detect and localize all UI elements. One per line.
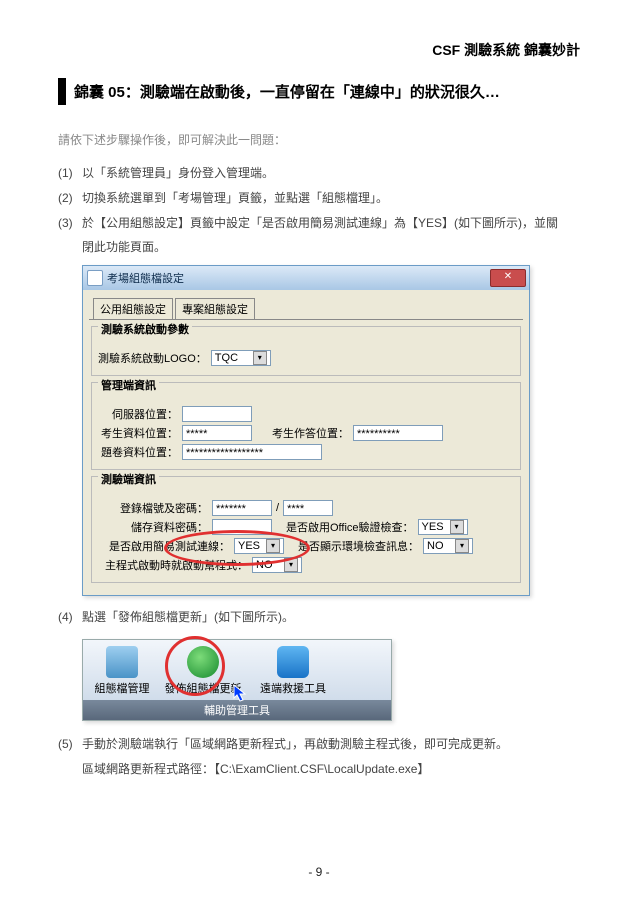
reg-input-1[interactable]: ******* [212, 500, 272, 516]
chevron-down-icon: ▾ [266, 539, 280, 553]
btn-config-manage[interactable]: 組態檔管理 [87, 644, 157, 700]
group-mgmt: 管理端資訊 伺服器位置： 考生資料位置： ***** 考生作答位置： *****… [91, 382, 521, 470]
simpleconn-label: 是否啟用簡易測試連線： [98, 538, 230, 554]
tpldir-input[interactable]: ****************** [182, 444, 322, 460]
toolbar-caption: 輔助管理工具 [83, 700, 391, 720]
btn-remote-label: 遠端救援工具 [249, 680, 337, 696]
tab-strip: 公用組態設定 專案組態設定 [89, 296, 523, 320]
dialog-title: 考場組態檔設定 [107, 270, 184, 286]
mainstart-value: NO [256, 558, 273, 572]
mainstart-label: 主程式啟動時就啟動幫程式： [98, 557, 248, 573]
group-startup-title: 測驗系統啟動參數 [98, 321, 192, 337]
chevron-down-icon: ▾ [455, 539, 469, 553]
tpldir-label: 題卷資料位置： [98, 444, 178, 460]
chevron-down-icon: ▾ [450, 520, 464, 534]
office-label: 是否啟用Office驗證檢查： [286, 519, 414, 535]
tip-title: 錦囊 05： 測驗端在啟動後，一直停留在「連線中」的狀況很久… [74, 78, 500, 105]
step-3: (3) 於【公用組態設定】頁籤中設定「是否啟用簡易測試連線」為【YES】(如下圖… [58, 212, 580, 235]
simpleconn-select[interactable]: YES ▾ [234, 538, 284, 554]
group-client: 測驗端資訊 登錄檔號及密碼： ******* / **** 儲存資料密碼： 是否… [91, 476, 521, 583]
server-input[interactable] [182, 406, 252, 422]
step-5: (5) 手動於測驗端執行「區域網路更新程式」，再啟動測驗主程式後，即可完成更新。 [58, 733, 580, 756]
datadir-label: 考生資料位置： [98, 425, 178, 441]
simpleconn-value: YES [238, 539, 260, 553]
panel-public: 測驗系統啟動參數 測驗系統啟動LOGO： TQC ▾ 管理端資訊 伺服器位置： [89, 326, 523, 583]
dialog-body: 公用組態設定 專案組態設定 測驗系統啟動參數 測驗系統啟動LOGO： TQC ▾ [83, 290, 529, 595]
reg-sep: / [276, 502, 279, 514]
envmsg-value: NO [427, 539, 444, 553]
tab-project-config[interactable]: 專案組態設定 [175, 298, 255, 319]
close-button[interactable]: ✕ [490, 269, 526, 287]
tip-prefix: 錦囊 05： [74, 81, 140, 102]
office-value: YES [422, 520, 444, 534]
reg-label: 登錄檔號及密碼： [98, 500, 208, 516]
intro-text: 請依下述步驟操作後，即可解決此一問題： [58, 131, 580, 148]
datadir-input[interactable]: ***** [182, 425, 252, 441]
step-3-num: (3) [58, 212, 82, 235]
dialog-titlebar[interactable]: 考場組態檔設定 ✕ [83, 266, 529, 290]
btn-config-manage-label: 組態檔管理 [87, 680, 157, 696]
step-4-num: (4) [58, 606, 82, 629]
step-5-body: 手動於測驗端執行「區域網路更新程式」，再啟動測驗主程式後，即可完成更新。 [82, 733, 580, 756]
step-1: (1) 以「系統管理員」身份登入管理端。 [58, 162, 580, 185]
mainstart-select[interactable]: NO ▾ [252, 557, 302, 573]
step-4: (4) 點選「發佈組態檔更新」(如下圖所示)。 [58, 606, 580, 629]
download-globe-icon [187, 646, 219, 678]
chevron-down-icon: ▾ [284, 558, 298, 572]
step-5-cont: 區域網路更新程式路徑：【C:\ExamClient.CSF\LocalUpdat… [82, 758, 580, 781]
step-4-body: 點選「發佈組態檔更新」(如下圖所示)。 [82, 606, 580, 629]
envmsg-select[interactable]: NO ▾ [423, 538, 473, 554]
page-header: CSF 測驗系統 錦囊妙計 [58, 40, 580, 60]
envmsg-label: 是否顯示環境檢查訊息： [298, 538, 419, 554]
tab-public-config[interactable]: 公用組態設定 [93, 298, 173, 319]
step-1-body: 以「系統管理員」身份登入管理端。 [82, 162, 580, 185]
group-startup: 測驗系統啟動參數 測驗系統啟動LOGO： TQC ▾ [91, 326, 521, 376]
storage-input[interactable] [212, 519, 272, 535]
tip-title-row: 錦囊 05： 測驗端在啟動後，一直停留在「連線中」的狀況很久… [58, 78, 580, 105]
logo-value: TQC [215, 351, 238, 365]
btn-publish-config[interactable]: 發佈組態檔更新 [157, 644, 249, 700]
chevron-down-icon: ▾ [253, 351, 267, 365]
tip-title-text: 測驗端在啟動後，一直停留在「連線中」的狀況很久… [140, 81, 500, 102]
btn-publish-label: 發佈組態檔更新 [157, 680, 249, 696]
office-select[interactable]: YES ▾ [418, 519, 468, 535]
storage-label: 儲存資料密碼： [98, 519, 208, 535]
title-accent-bar [58, 78, 66, 105]
logo-label: 測驗系統啟動LOGO： [98, 350, 207, 366]
remote-icon [277, 646, 309, 678]
aux-toolbar: 組態檔管理 發佈組態檔更新 遠端救援工具 輔助管理工具 [82, 639, 392, 721]
logo-select[interactable]: TQC ▾ [211, 350, 271, 366]
step-3-cont: 閉此功能頁面。 [82, 236, 580, 259]
step-2: (2) 切換系統選單到「考場管理」頁籤，並點選「組態檔理」。 [58, 187, 580, 210]
ansdir-input[interactable]: ********** [353, 425, 443, 441]
reg-input-2[interactable]: **** [283, 500, 333, 516]
ansdir-label: 考生作答位置： [272, 425, 349, 441]
window-icon [87, 270, 103, 286]
step-2-body: 切換系統選單到「考場管理」頁籤，並點選「組態檔理」。 [82, 187, 580, 210]
step-2-num: (2) [58, 187, 82, 210]
step-1-num: (1) [58, 162, 82, 185]
server-label: 伺服器位置： [98, 406, 178, 422]
step-3-body: 於【公用組態設定】頁籤中設定「是否啟用簡易測試連線」為【YES】(如下圖所示)，… [82, 212, 580, 235]
config-dialog: 考場組態檔設定 ✕ 公用組態設定 專案組態設定 測驗系統啟動參數 測驗系統啟動L… [82, 265, 530, 596]
page-footer: - 9 - [0, 865, 638, 879]
group-client-title: 測驗端資訊 [98, 471, 159, 487]
btn-remote-rescue[interactable]: 遠端救援工具 [249, 644, 337, 700]
folder-icon [106, 646, 138, 678]
group-mgmt-title: 管理端資訊 [98, 377, 159, 393]
step-5-num: (5) [58, 733, 82, 756]
